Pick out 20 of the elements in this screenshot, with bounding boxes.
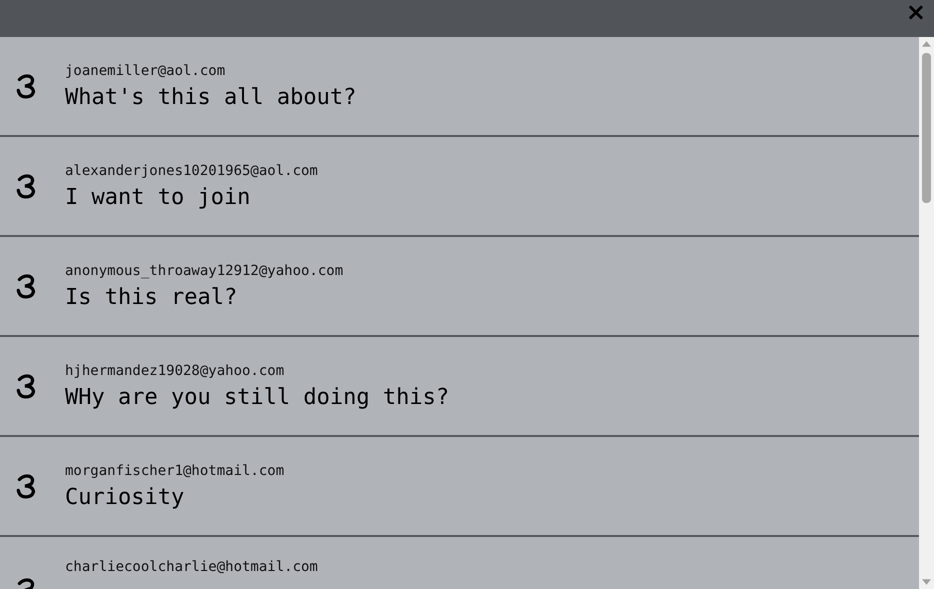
scroll-up-icon[interactable] — [922, 41, 931, 47]
sender-email: joanemiller@aol.com — [65, 62, 226, 78]
sender-email: alexanderjones10201965@aol.com — [65, 162, 318, 178]
message-row[interactable]: alexanderjones10201965@aol.com I want to join — [0, 137, 919, 237]
scrollbar[interactable] — [919, 37, 934, 589]
sender-email: charliecoolcharlie@hotmail.com — [65, 559, 318, 575]
message-row[interactable]: anonymous_throaway12912@yahoo.com Is this real? — [0, 237, 919, 337]
sender-email: morganfischer1@hotmail.com — [65, 462, 284, 478]
scroll-thumb[interactable] — [922, 53, 931, 203]
message-text: Curiosity — [65, 484, 186, 510]
sender-email: anonymous_throaway12912@yahoo.com — [65, 262, 344, 278]
sender-email: hjhermandez19028@yahoo.com — [65, 362, 286, 378]
message-row[interactable]: hjhermandez19028@yahoo.com WHy are you still doing this? — [0, 337, 919, 437]
message-text: I want to join — [65, 184, 252, 210]
scroll-down-icon[interactable] — [922, 579, 931, 585]
message-row[interactable]: joanemiller@aol.com What's this all about? — [0, 37, 919, 137]
message-text: What's this all about? — [65, 84, 356, 110]
message-row[interactable]: morganfischer1@hotmail.com Curiosity — [0, 437, 919, 537]
message-text: Is this real? — [65, 284, 238, 310]
message-text: WHy are you still doing this? — [65, 384, 450, 410]
